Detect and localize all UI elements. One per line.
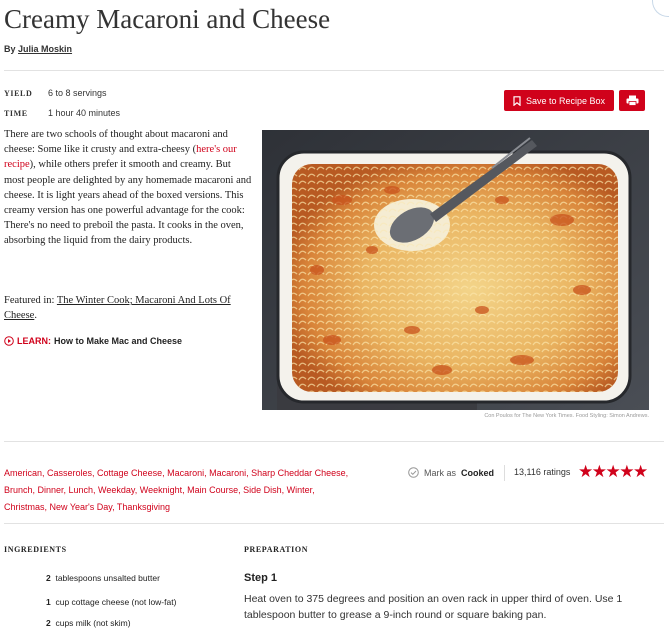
byline-prefix: By xyxy=(4,44,16,54)
author-link[interactable]: Julia Moskin xyxy=(18,44,72,54)
star-icon: ★ xyxy=(633,462,648,481)
tags-line[interactable]: Christmas, New Year's Day, Thanksgiving xyxy=(4,499,394,516)
recipe-photo xyxy=(262,130,649,410)
divider xyxy=(504,465,505,481)
tags-line[interactable]: Brunch, Dinner, Lunch, Weekday, Weeknigh… xyxy=(4,482,394,499)
ingredient-item: 2 cups milk (not skim) xyxy=(46,618,131,628)
ingredient-text: cups milk (not skim) xyxy=(55,618,131,628)
intro-text-1: There are two schools of thought about m… xyxy=(4,129,228,156)
byline: By Julia Moskin xyxy=(4,44,72,54)
featured-in: Featured in: The Winter Cook; Macaroni A… xyxy=(4,293,252,323)
checkmark-circle-icon xyxy=(408,467,419,478)
yield-label: YIELD xyxy=(4,89,33,98)
ingredients-heading: INGREDIENTS xyxy=(4,545,67,554)
star-icon: ★ xyxy=(591,462,607,481)
step-title: Step 1 xyxy=(244,572,278,584)
featured-prefix: Featured in: xyxy=(4,295,55,306)
time-value: 1 hour 40 minutes xyxy=(48,108,121,118)
time-label: TIME xyxy=(4,109,28,118)
learn-label: LEARN: xyxy=(17,336,51,346)
star-rating[interactable]: ★★★★★ xyxy=(578,462,648,482)
window-corner xyxy=(652,0,669,17)
ingredient-qty: 1 xyxy=(46,597,51,607)
ingredient-item: 2 tablespoons unsalted butter xyxy=(46,573,160,583)
mac-and-cheese-image xyxy=(262,130,649,410)
time-row: TIME 1 hour 40 minutes xyxy=(4,108,120,118)
featured-suffix: . xyxy=(34,310,37,322)
yield-value: 6 to 8 servings xyxy=(48,88,107,98)
ingredient-text: cup cottage cheese (not low-fat) xyxy=(55,597,177,607)
printer-icon xyxy=(626,95,638,106)
learn-text: How to Make Mac and Cheese xyxy=(54,336,183,346)
mark-as-label: Mark as xyxy=(424,467,457,478)
photo-credit: Con Poulos for The New York Times. Food … xyxy=(484,413,649,419)
ingredient-qty: 2 xyxy=(46,573,51,583)
ratings-count: 13,116 ratings xyxy=(514,467,571,477)
recipe-intro: There are two schools of thought about m… xyxy=(4,127,252,249)
preparation-heading: PREPARATION xyxy=(244,545,309,554)
divider xyxy=(4,441,664,442)
yield-row: YIELD 6 to 8 servings xyxy=(4,88,107,98)
ingredient-qty: 2 xyxy=(46,618,51,628)
learn-video-link[interactable]: LEARN: How to Make Mac and Cheese xyxy=(4,336,182,346)
print-button[interactable] xyxy=(619,90,645,111)
ingredient-text: tablespoons unsalted butter xyxy=(55,573,160,583)
play-circle-icon xyxy=(4,336,14,346)
intro-text-2: ), while others prefer it smooth and cre… xyxy=(4,159,252,247)
save-to-recipe-box-button[interactable]: Save to Recipe Box xyxy=(504,90,614,111)
ingredient-item: 1 cup cottage cheese (not low-fat) xyxy=(46,597,176,607)
step-text: Heat oven to 375 degrees and position an… xyxy=(244,593,623,621)
star-icon: ★ xyxy=(619,462,634,481)
divider xyxy=(4,523,664,524)
divider xyxy=(4,70,664,71)
star-icon: ★ xyxy=(578,462,593,481)
star-icon: ★ xyxy=(605,462,621,481)
save-button-label: Save to Recipe Box xyxy=(525,95,606,106)
mark-as-cooked-button[interactable]: Mark as Cooked xyxy=(408,467,494,478)
cooked-label: Cooked xyxy=(461,467,495,478)
recipe-tags: American, Casseroles, Cottage Cheese, Ma… xyxy=(4,465,394,516)
recipe-title: Creamy Macaroni and Cheese xyxy=(4,4,331,34)
bookmark-icon xyxy=(513,95,521,106)
tags-line[interactable]: American, Casseroles, Cottage Cheese, Ma… xyxy=(4,465,394,482)
